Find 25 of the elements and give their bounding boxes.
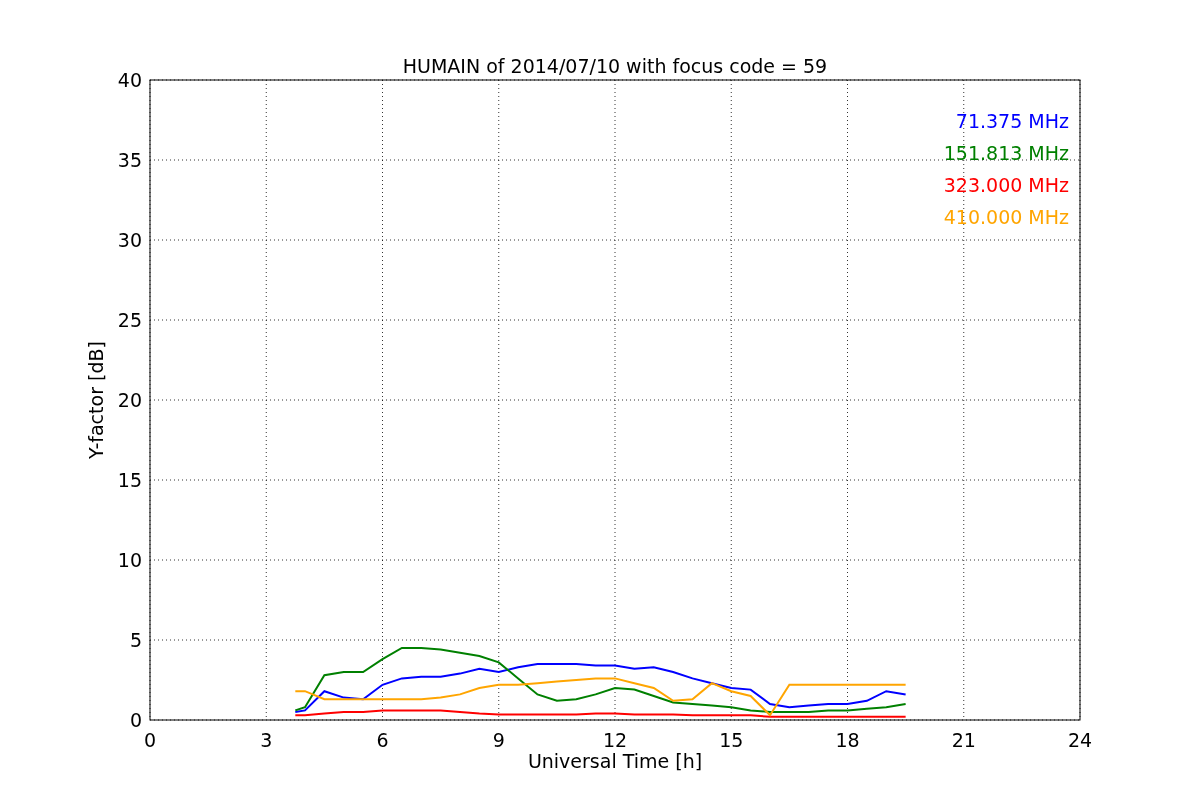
y-axis-label: Y-factor [dB]	[85, 341, 107, 459]
y-tick-label: 35	[117, 149, 142, 171]
x-tick-label: 0	[143, 729, 157, 751]
x-tick-label: 6	[376, 729, 389, 751]
x-tick-label: 12	[602, 729, 628, 751]
x-axis-label: Universal Time [h]	[527, 750, 703, 772]
x-tick-label: 24	[1067, 729, 1093, 751]
legend-label: 151.813 MHz	[943, 142, 1069, 164]
legend-label: 323.000 MHz	[943, 174, 1069, 196]
y-tick-label: 0	[129, 709, 142, 731]
chart-title: HUMAIN of 2014/07/10 with focus code = 59	[402, 55, 828, 77]
legend-label: 410.000 MHz	[943, 206, 1069, 228]
legend-label: 71.375 MHz	[955, 110, 1069, 132]
y-tick-label: 10	[117, 549, 142, 571]
x-tick-label: 15	[719, 729, 744, 751]
x-tick-label: 18	[835, 729, 860, 751]
y-tick-label: 25	[117, 309, 142, 331]
y-tick-label: 40	[117, 69, 142, 91]
y-tick-label: 5	[129, 629, 142, 651]
y-tick-label: 15	[117, 469, 142, 491]
y-tick-label: 30	[117, 229, 142, 251]
x-tick-label: 21	[951, 729, 976, 751]
x-tick-label: 3	[260, 729, 273, 751]
x-tick-label: 9	[492, 729, 505, 751]
y-tick-label: 20	[117, 389, 142, 411]
